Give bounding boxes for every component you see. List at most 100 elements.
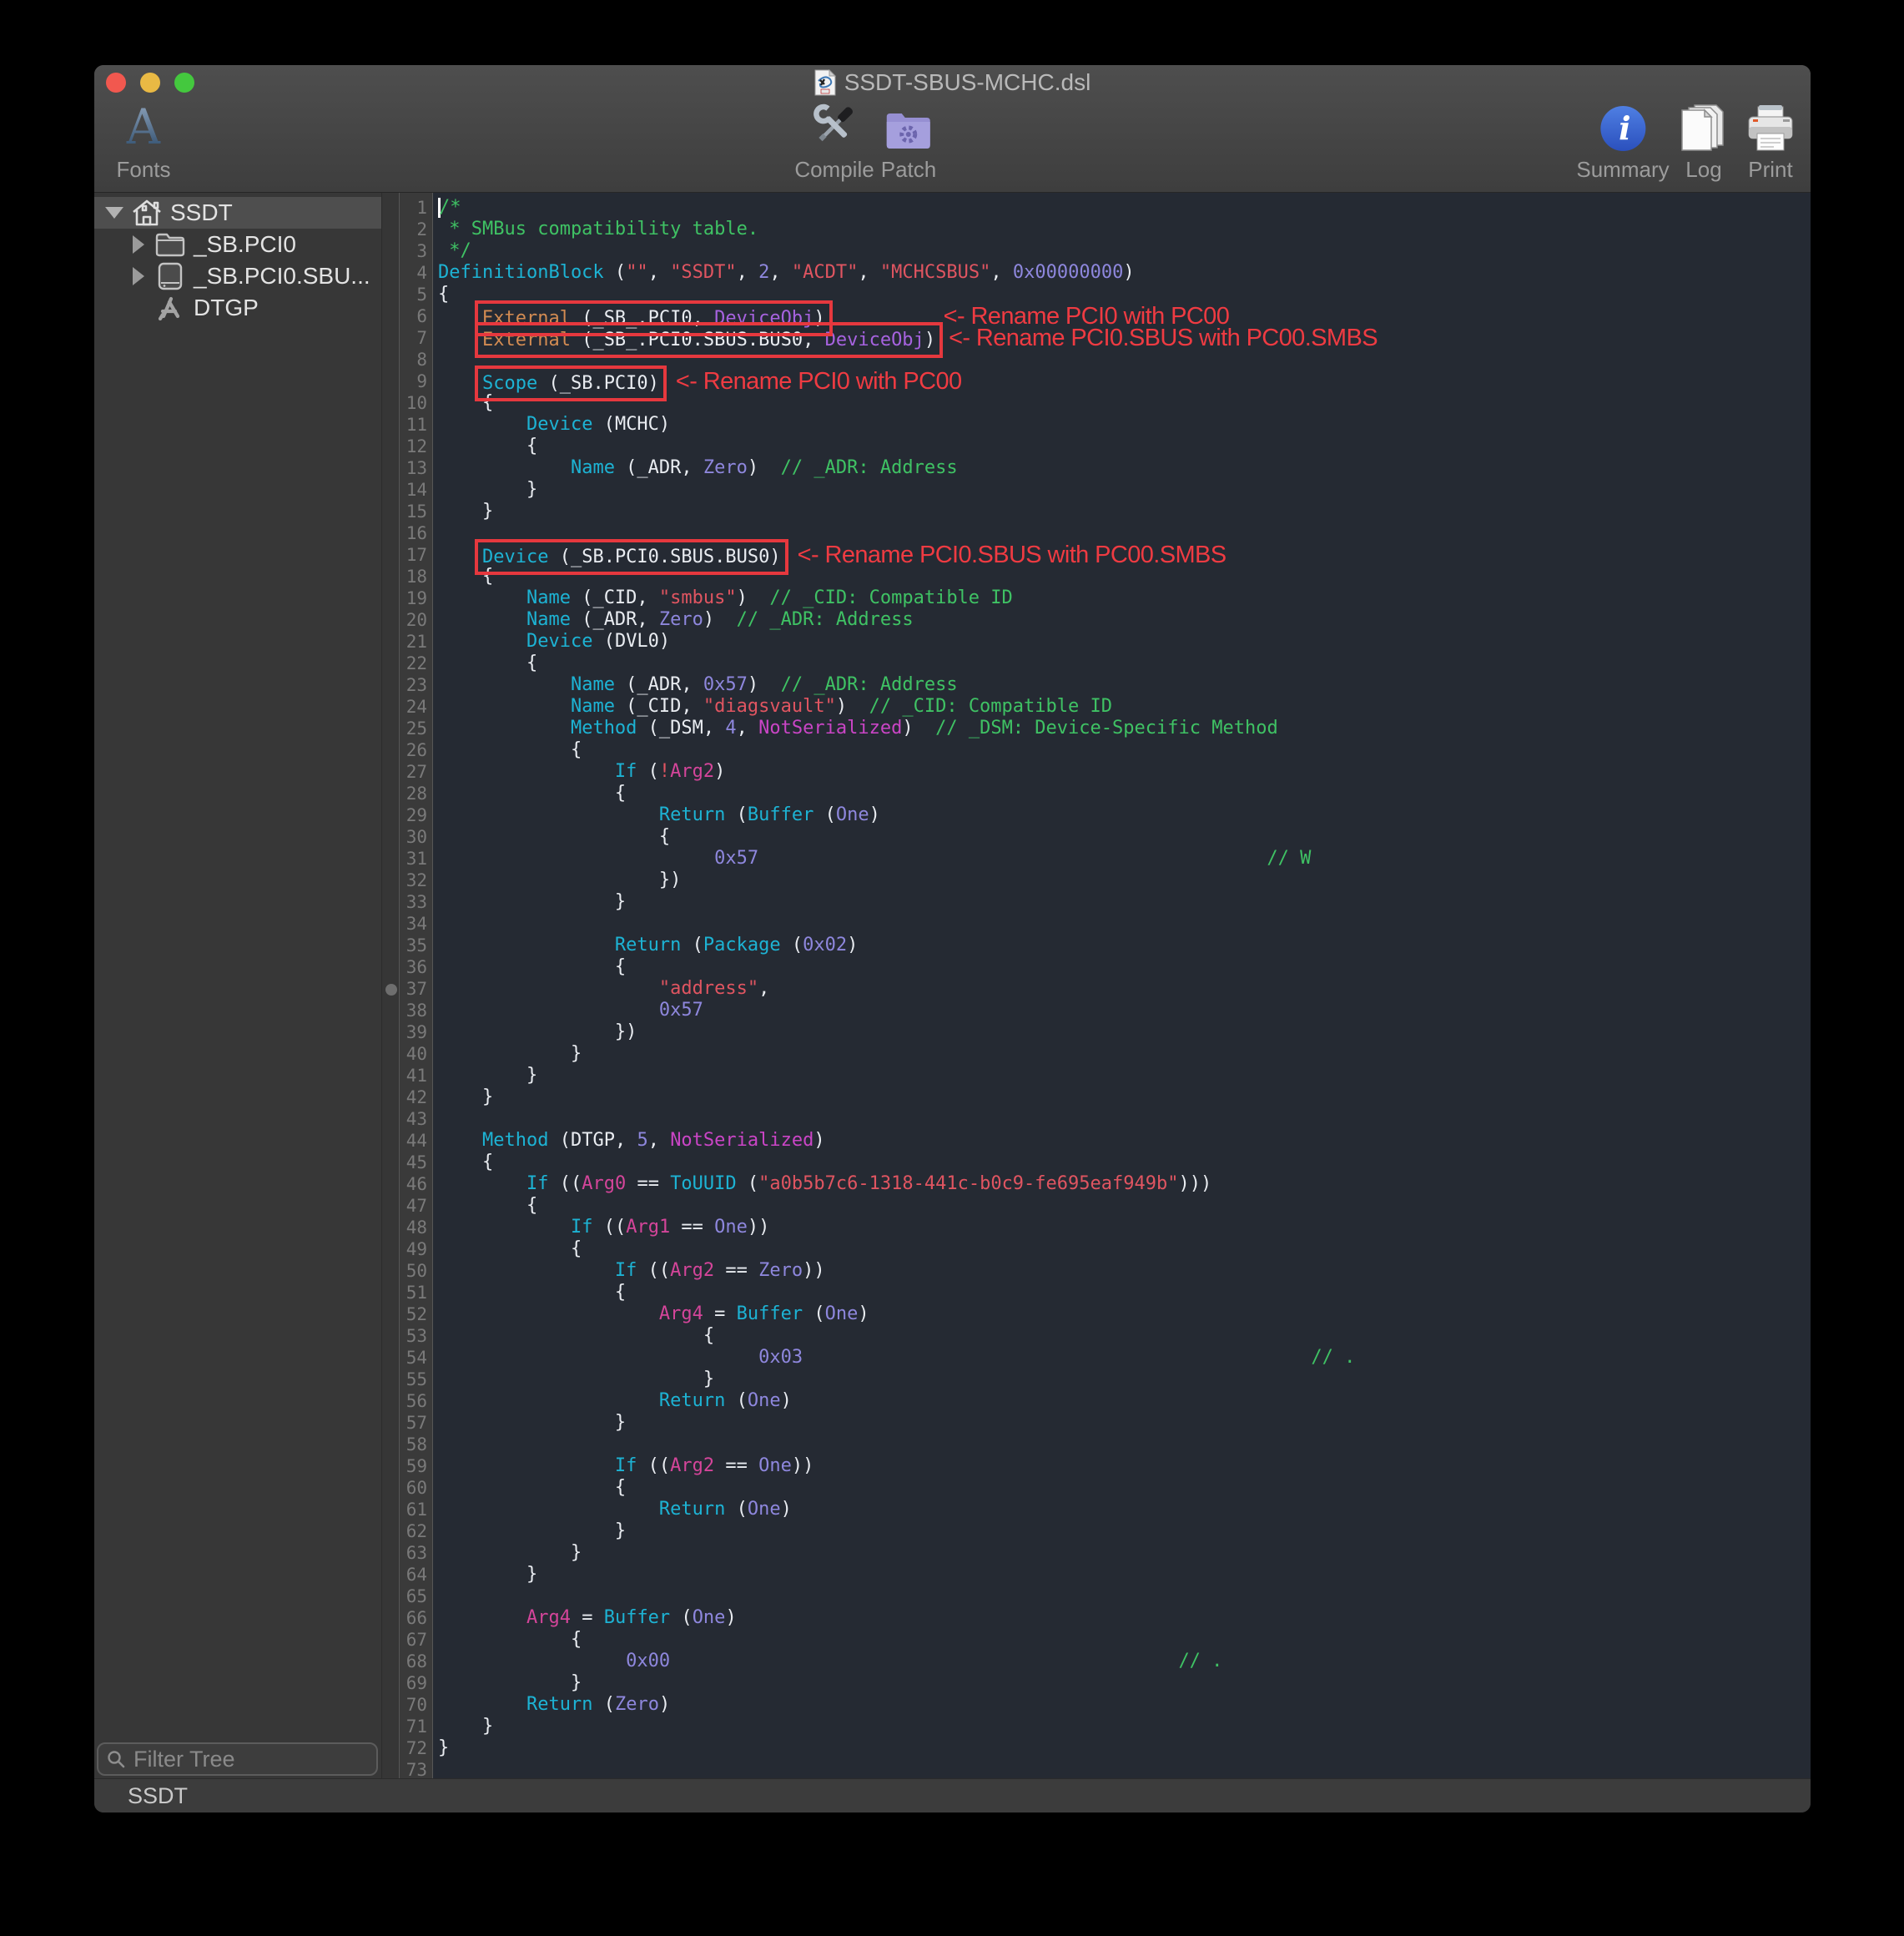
line-number[interactable]: 50 — [400, 1260, 432, 1282]
code-line[interactable]: } — [438, 1065, 1811, 1086]
code-line[interactable]: } — [438, 1564, 1811, 1586]
code-line[interactable]: { — [438, 1195, 1811, 1217]
line-number[interactable]: 64 — [400, 1564, 432, 1586]
line-number[interactable]: 42 — [400, 1086, 432, 1108]
line-number[interactable]: 34 — [400, 913, 432, 935]
code-line[interactable] — [438, 1434, 1811, 1455]
code-line[interactable]: Arg4 = Buffer (One) — [438, 1607, 1811, 1629]
line-number[interactable]: 4 — [400, 262, 432, 284]
line-number[interactable]: 49 — [400, 1238, 432, 1260]
line-number[interactable]: 12 — [400, 436, 432, 457]
code-line[interactable]: If ((Arg2 == Zero)) — [438, 1260, 1811, 1282]
line-number[interactable]: 61 — [400, 1499, 432, 1520]
code-line[interactable]: If ((Arg0 == ToUUID ("a0b5b7c6-1318-441c… — [438, 1173, 1811, 1195]
line-number[interactable]: 14 — [400, 479, 432, 501]
code-line[interactable]: Device (DVL0) — [438, 631, 1811, 653]
line-number[interactable]: 52 — [400, 1303, 432, 1325]
code-line[interactable]: "address", — [438, 978, 1811, 1000]
code-line[interactable]: { — [438, 1629, 1811, 1651]
line-number[interactable]: 45 — [400, 1152, 432, 1173]
code-line[interactable]: Arg4 = Buffer (One) — [438, 1303, 1811, 1325]
line-number[interactable]: 15 — [400, 501, 432, 522]
line-number[interactable]: 19 — [400, 587, 432, 609]
line-number[interactable]: 5 — [400, 284, 432, 305]
code-line[interactable]: { — [438, 566, 1811, 587]
code-line[interactable] — [438, 913, 1811, 935]
line-number[interactable]: 7 — [400, 327, 432, 349]
code-line[interactable] — [438, 1586, 1811, 1607]
line-number-marked[interactable]: 37 — [400, 978, 432, 1000]
line-number[interactable]: 16 — [400, 522, 432, 544]
code-line[interactable]: { — [438, 392, 1811, 414]
line-number[interactable]: 59 — [400, 1455, 432, 1477]
code-line[interactable]: { — [438, 653, 1811, 674]
line-number[interactable]: 21 — [400, 631, 432, 653]
line-number[interactable]: 31 — [400, 848, 432, 870]
line-number[interactable]: 18 — [400, 566, 432, 587]
code-line[interactable]: { — [438, 1325, 1811, 1347]
code-line[interactable]: External (_SB_.PCI0.SBUS.BUS0, DeviceObj… — [438, 327, 1811, 349]
toolbar-summary-button[interactable]: i Summary — [1576, 97, 1669, 183]
line-number[interactable]: 11 — [400, 414, 432, 436]
code-line[interactable]: } — [438, 1542, 1811, 1564]
line-number[interactable]: 40 — [400, 1043, 432, 1065]
line-number[interactable]: 10 — [400, 392, 432, 414]
code-line[interactable]: } — [438, 1412, 1811, 1434]
sidebar-item-ssdt[interactable]: SSDT — [94, 197, 381, 229]
line-number[interactable]: 70 — [400, 1694, 432, 1716]
code-line[interactable]: { — [438, 739, 1811, 761]
code-line[interactable]: } — [438, 891, 1811, 913]
code-line[interactable]: Method (DTGP, 5, NotSerialized) — [438, 1130, 1811, 1152]
code-line[interactable]: } — [438, 1672, 1811, 1694]
line-number[interactable]: 72 — [400, 1737, 432, 1759]
line-number[interactable]: 25 — [400, 718, 432, 739]
line-number[interactable]: 23 — [400, 674, 432, 696]
code-line[interactable]: { — [438, 1477, 1811, 1499]
line-number[interactable]: 43 — [400, 1108, 432, 1130]
filter-tree-input[interactable]: Filter Tree — [97, 1742, 378, 1776]
sidebar-item-dtgp[interactable]: DTGP — [94, 292, 381, 324]
line-number[interactable]: 8 — [400, 349, 432, 371]
code-line[interactable]: Device (MCHC) — [438, 414, 1811, 436]
code-line[interactable]: Device (_SB.PCI0.SBUS.BUS0)<- Rename PCI… — [438, 544, 1811, 566]
line-number[interactable]: 33 — [400, 891, 432, 913]
close-window-button[interactable] — [106, 73, 126, 93]
toolbar-compile-button[interactable]: Compile — [794, 97, 874, 183]
line-number[interactable]: 53 — [400, 1325, 432, 1347]
line-number[interactable]: 26 — [400, 739, 432, 761]
line-number[interactable]: 60 — [400, 1477, 432, 1499]
line-number[interactable]: 56 — [400, 1390, 432, 1412]
sidebar-item-sb-pci0[interactable]: _SB.PCI0 — [94, 229, 381, 260]
code-line[interactable]: }) — [438, 870, 1811, 891]
code-editor[interactable]: /* * SMBus compatibility table. */Defini… — [433, 193, 1811, 1778]
code-line[interactable]: } — [438, 1716, 1811, 1737]
code-line[interactable]: Return (One) — [438, 1390, 1811, 1412]
code-line[interactable]: Method (_DSM, 4, NotSerialized) // _DSM:… — [438, 718, 1811, 739]
line-number[interactable]: 36 — [400, 956, 432, 978]
line-number[interactable]: 65 — [400, 1586, 432, 1607]
code-line[interactable]: If (!Arg2) — [438, 761, 1811, 783]
code-line[interactable]: 0x00 // . — [438, 1651, 1811, 1672]
disclosure-expanded-icon[interactable] — [105, 207, 123, 219]
line-number[interactable]: 58 — [400, 1434, 432, 1455]
line-number[interactable]: 62 — [400, 1520, 432, 1542]
code-line[interactable]: */ — [438, 240, 1811, 262]
line-number[interactable]: 57 — [400, 1412, 432, 1434]
line-number[interactable]: 63 — [400, 1542, 432, 1564]
code-line[interactable]: } — [438, 1043, 1811, 1065]
toolbar-print-button[interactable]: Print — [1746, 97, 1795, 183]
line-number[interactable]: 69 — [400, 1672, 432, 1694]
code-line[interactable]: } — [438, 1520, 1811, 1542]
code-line[interactable]: } — [438, 1369, 1811, 1390]
minimize-window-button[interactable] — [140, 73, 160, 93]
line-number[interactable]: 66 — [400, 1607, 432, 1629]
line-number[interactable]: 44 — [400, 1130, 432, 1152]
code-line[interactable]: { — [438, 436, 1811, 457]
line-number[interactable]: 48 — [400, 1217, 432, 1238]
code-line[interactable]: DefinitionBlock ("", "SSDT", 2, "ACDT", … — [438, 262, 1811, 284]
toolbar-patch-button[interactable]: Patch — [881, 97, 937, 183]
line-number[interactable]: 27 — [400, 761, 432, 783]
code-line[interactable]: { — [438, 956, 1811, 978]
line-number[interactable]: 3 — [400, 240, 432, 262]
line-number[interactable]: 67 — [400, 1629, 432, 1651]
